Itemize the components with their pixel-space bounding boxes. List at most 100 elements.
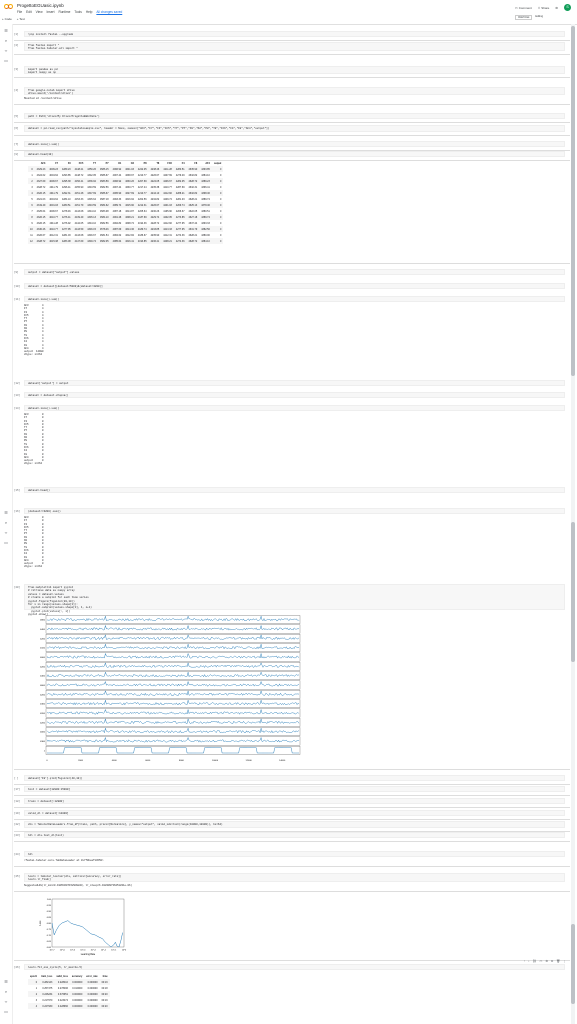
ram-disk-box[interactable]: RAM Disk (515, 15, 533, 20)
code-cell-editor[interactable]: test = dataset[12800:15000] (24, 786, 565, 792)
comment-icon[interactable]: ▭ (539, 959, 542, 963)
y-tick-label: 0.90 (47, 911, 52, 913)
add-text-button[interactable]: + Text (17, 17, 25, 21)
code-cell-editor[interactable]: dls = TabularDataLoaders.from_df(train, … (24, 821, 565, 828)
code-cell-editor[interactable]: train = dataset[:12800] (24, 798, 565, 804)
code-cell-editor[interactable]: dataset.head(10) (24, 151, 565, 157)
toc-icon-2[interactable]: ☰ (3, 510, 9, 515)
avatar[interactable]: S (564, 4, 571, 11)
cell-execution-count: [20] (14, 586, 21, 589)
code-cell-editor[interactable]: dataset['F8'].plot(figsize=(40,10)) (24, 775, 565, 781)
link-icon[interactable]: ⛓ (533, 959, 537, 963)
table-cell: 0.428960 (54, 1003, 70, 1009)
code-cell-editor[interactable]: !pip install fastai --upgrade (24, 31, 565, 37)
cell-execution-count: [ ] (14, 777, 19, 780)
cell-separator (14, 841, 570, 842)
cell-separator (14, 77, 570, 78)
x-tick-label: 2000 (78, 760, 84, 762)
menu-insert[interactable]: Insert (47, 10, 55, 14)
files-icon[interactable]: ▭ (3, 58, 9, 63)
code-cell-editor[interactable]: dataset.isna().sum() (24, 405, 565, 411)
code-cell-editor[interactable]: import pandas as pd import numpy as np (24, 66, 565, 74)
menu-file[interactable]: File (17, 10, 22, 14)
code-cell-editor[interactable]: valid_dl = dataset[:12800] (24, 810, 565, 816)
search-icon-2[interactable]: ⌕ (3, 520, 9, 525)
head-table: AF3 F7 F3 FC5 T7 P7 O1 O2 P8 T8 FC6 F4 F8 AF4 output 0 4… (28, 160, 224, 244)
y-tick-label: 4600 (40, 685, 46, 687)
code-cell-editor[interactable]: path = Path('drive/My Drive/ProgettoEEG/… (24, 113, 565, 119)
vertical-scrollbar[interactable] (571, 24, 575, 1024)
notebook-title[interactable]: ProgettoEGUasic.ipynb (17, 3, 64, 8)
cell-separator (14, 807, 570, 808)
cell-separator (14, 135, 570, 136)
save-status[interactable]: All changes saved (96, 10, 122, 14)
code-snippets-icon[interactable]: ‹› (3, 48, 9, 53)
code-cell-editor[interactable]: dataset.isna().sum() (24, 141, 565, 147)
code-snippets-icon-2[interactable]: ‹› (3, 530, 9, 535)
notebook-content: [1] !pip install fastai --upgrade [2] from … (14, 25, 570, 1024)
y-tick-label: 0.65 (47, 941, 52, 943)
cell-execution-count: [3] (14, 68, 19, 71)
y-tick-label: 0.70 (47, 935, 52, 937)
menu-tools[interactable]: Tools (74, 10, 81, 14)
table-cell: 4274.36 (173, 238, 187, 244)
code-cell-editor[interactable]: from fastai import * from fastai.tabular… (24, 42, 565, 51)
settings-gear-icon[interactable]: ⚙ (555, 6, 558, 10)
y-tick-label: 1.00 (47, 899, 52, 901)
scrollbar-thumb[interactable] (571, 26, 575, 376)
series-line (47, 708, 300, 715)
move-up-icon[interactable]: ↑ (524, 959, 526, 963)
share-button[interactable]: ⇪ Share (538, 6, 550, 10)
add-code-button[interactable]: + Code (2, 17, 12, 21)
y-tick-label: 0.60 (47, 947, 52, 949)
code-cell-editor[interactable]: dataset['output'] = output (24, 380, 565, 386)
scrollbar-thumb-2[interactable] (571, 522, 575, 662)
code-cell-editor[interactable]: learn.fit_one_cycle(5, lr_max=1e-5) (24, 964, 565, 970)
table-cell: 0 (211, 238, 224, 244)
cell-output: SuggestedLRs(lr_min=0.19054607152938843,… (24, 884, 133, 887)
settings-icon[interactable]: ⚙ (545, 959, 548, 963)
toolbar: + Code + Text (2, 17, 25, 21)
files-icon-3[interactable]: ▭ (3, 1009, 9, 1014)
menu-runtime[interactable]: Runtime (58, 10, 70, 14)
code-cell-editor[interactable]: dataset = pd.read_csv(path/"eyestatesamp… (24, 125, 565, 132)
code-cell-editor[interactable]: tdl (24, 851, 565, 857)
x-tick-label: 6000 (145, 760, 151, 762)
y-tick-label: 0.75 (47, 929, 52, 931)
mirror-icon[interactable]: ⧉ (551, 959, 553, 963)
colab-logo-icon (4, 4, 13, 10)
code-cell-editor[interactable]: from google.colab import drive drive.mou… (24, 87, 565, 95)
code-cell-editor[interactable]: dataset = dataset[(dataset<5000)&(datase… (24, 283, 565, 289)
cell-execution-count: [23] (14, 834, 21, 837)
x-tick-label: 10^-3 (91, 949, 97, 952)
series-line (46, 680, 300, 687)
toc-icon[interactable]: ☰ (3, 28, 9, 33)
delete-icon[interactable]: 🗑 (556, 959, 560, 963)
resource-indicator[interactable]: RAM Disk Editing (515, 15, 543, 20)
files-icon-2[interactable]: ▭ (3, 540, 9, 545)
search-icon-3[interactable]: ⌕ (3, 989, 9, 994)
code-cell-editor[interactable]: learn = tabular_learner(dls, metrics=[ac… (24, 873, 565, 882)
more-icon[interactable]: ⋮ (563, 959, 566, 963)
series-line (46, 624, 300, 631)
code-cell-editor[interactable]: dataset.head() (24, 487, 565, 493)
menu-help[interactable]: Help (86, 10, 93, 14)
code-cell-editor[interactable]: dataset = dataset.dropna() (24, 392, 565, 398)
scrollbar-thumb-3[interactable] (571, 924, 575, 1004)
move-down-icon[interactable]: ↓ (528, 959, 530, 963)
search-icon[interactable]: ⌕ (3, 38, 9, 43)
code-cell-editor[interactable]: tdl = dls.test_dl(test) (24, 832, 565, 838)
code-cell-editor[interactable]: from matplotlib import pyplot # retrieve… (24, 584, 565, 616)
cell-execution-count: [9] (14, 271, 19, 274)
code-snippets-icon-3[interactable]: ‹› (3, 999, 9, 1004)
code-cell-editor[interactable]: dataset.isna().sum() (24, 296, 565, 302)
cell-output: AF3 0 F7 0 F3 0 FC5 0 T7 0 P7 0 O1 0 O2 … (24, 413, 44, 466)
code-cell-editor[interactable]: (dataset<=3200).sum() (24, 508, 565, 514)
comment-button[interactable]: ▭ Comment (515, 6, 532, 10)
menu-edit[interactable]: Edit (26, 10, 32, 14)
editing-mode[interactable]: Editing (535, 15, 543, 20)
toc-icon-3[interactable]: ☰ (3, 979, 9, 984)
menu-view[interactable]: View (36, 10, 43, 14)
code-cell-editor[interactable]: output = dataset["output"].values (24, 269, 565, 275)
cell-execution-count: [18] (14, 800, 21, 803)
